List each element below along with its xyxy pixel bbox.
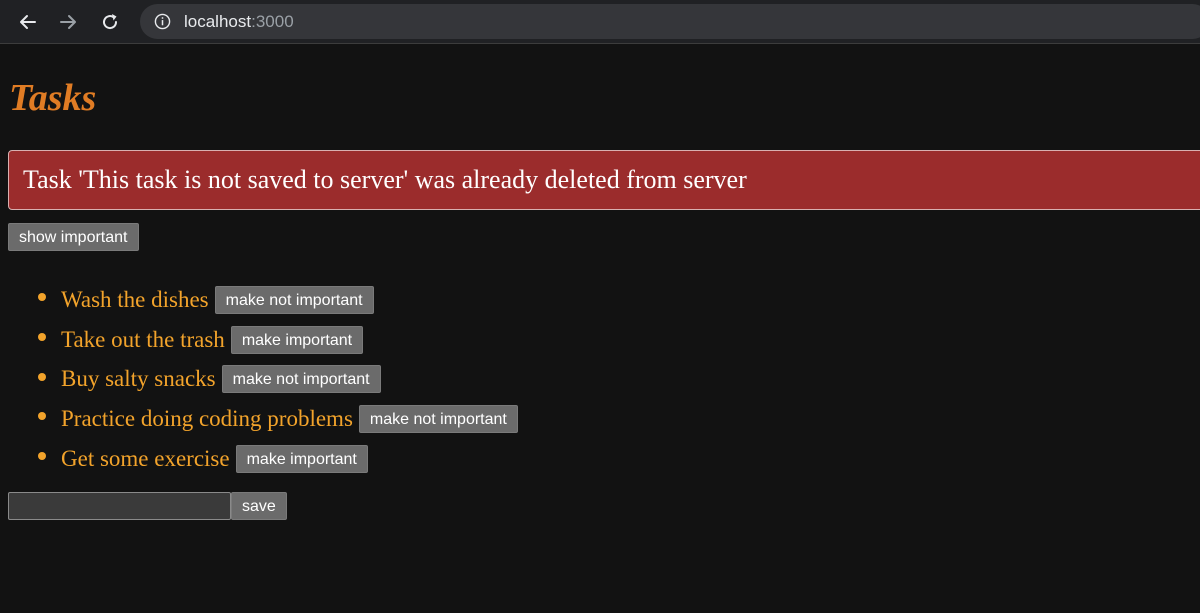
bullet-icon bbox=[38, 452, 46, 460]
bullet-icon bbox=[38, 332, 46, 341]
task-text: Wash the dishes bbox=[61, 286, 209, 312]
notification-text: Task 'This task is not saved to server' … bbox=[23, 165, 747, 194]
task-text: Buy salty snacks bbox=[61, 366, 216, 392]
arrow-left-icon bbox=[20, 15, 36, 29]
page-title: Tasks bbox=[9, 77, 97, 119]
address-bar[interactable]: localhost:3000 bbox=[140, 4, 1200, 39]
show-important-button[interactable]: show important bbox=[8, 223, 139, 251]
toggle-importance-button[interactable]: make not important bbox=[358, 405, 518, 434]
toggle-importance-button[interactable]: make not important bbox=[214, 285, 374, 314]
forward-button[interactable] bbox=[54, 8, 82, 36]
task-text: Take out the trash bbox=[61, 326, 225, 352]
toggle-importance-button[interactable]: make important bbox=[230, 325, 364, 354]
arrow-right-icon bbox=[60, 15, 76, 29]
url-port: :3000 bbox=[251, 12, 294, 31]
reload-icon bbox=[103, 14, 118, 30]
task-item: Wash the dishes make not important bbox=[0, 280, 518, 320]
url-text[interactable]: localhost:3000 bbox=[184, 12, 294, 32]
task-text: Get some exercise bbox=[61, 445, 230, 471]
bullet-icon bbox=[38, 372, 46, 381]
bullet-icon bbox=[38, 412, 46, 421]
toggle-importance-button[interactable]: make important bbox=[235, 444, 368, 473]
task-item: Practice doing coding problems make not … bbox=[0, 399, 518, 439]
new-task-input[interactable] bbox=[8, 492, 231, 520]
task-item: Get some exercise make important bbox=[0, 439, 518, 479]
browser-toolbar: localhost:3000 bbox=[0, 0, 1200, 44]
info-icon[interactable] bbox=[154, 13, 171, 30]
task-item: Buy salty snacks make not important bbox=[0, 360, 518, 400]
url-host: localhost bbox=[184, 12, 252, 31]
reload-button[interactable] bbox=[96, 8, 124, 36]
toggle-importance-button[interactable]: make not important bbox=[221, 365, 381, 394]
bullet-icon bbox=[38, 293, 46, 301]
error-notification: Task 'This task is not saved to server' … bbox=[8, 150, 1200, 210]
task-list: Wash the dishes make not important Take … bbox=[0, 280, 518, 479]
save-button[interactable]: save bbox=[231, 492, 287, 520]
task-item: Take out the trash make important bbox=[0, 320, 518, 360]
back-button[interactable] bbox=[14, 8, 42, 36]
task-text: Practice doing coding problems bbox=[61, 406, 353, 432]
